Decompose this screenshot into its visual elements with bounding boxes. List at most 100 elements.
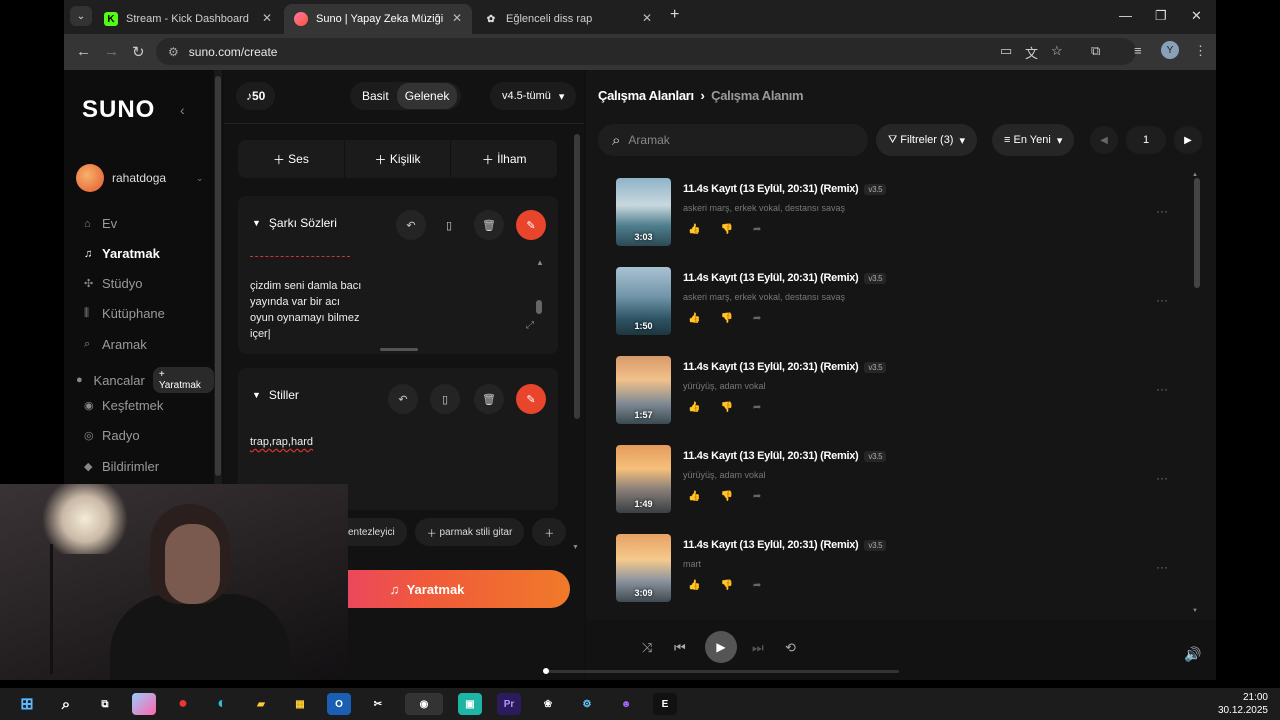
filters-button[interactable]: ⛛ Filtreler (3) ▾	[876, 124, 978, 156]
sidebar-item-notifications[interactable]: ◆ Bildirimler	[84, 459, 159, 474]
start-icon[interactable]: ⊞	[15, 693, 39, 715]
song-title[interactable]: 11.4s Kayıt (13 Eylül, 20:31) (Remix) v3.…	[683, 272, 887, 284]
thumbs-down-icon[interactable]: 👎	[720, 491, 732, 502]
song-tags[interactable]: yürüyüş, adam vokal	[683, 470, 766, 480]
song-title[interactable]: 11.4s Kayıt (13 Eylül, 20:31) (Remix) v3.…	[683, 361, 887, 373]
bookmark-star-icon[interactable]: ☆	[1051, 43, 1063, 59]
song-row[interactable]: 1:57 11.4s Kayıt (13 Eylül, 20:31) (Remix…	[616, 356, 1186, 426]
store-icon[interactable]: ▦	[288, 693, 312, 715]
copy-button[interactable]: ▯	[430, 384, 460, 414]
close-icon[interactable]: ✕	[262, 11, 272, 25]
credits-badge[interactable]: ♪ 50	[236, 82, 276, 110]
opera-icon[interactable]: ●	[171, 693, 195, 715]
search-icon[interactable]: ⌕	[54, 693, 78, 715]
install-app-icon[interactable]: ▭	[1000, 43, 1012, 59]
thumbs-down-icon[interactable]: 👎	[720, 402, 732, 413]
edge-icon[interactable]: ◐	[210, 693, 234, 715]
style-tag[interactable]: ＋ parmak stili gitar	[414, 518, 525, 546]
task-view-icon[interactable]: ⧉	[93, 693, 117, 715]
close-icon[interactable]: ✕	[452, 11, 462, 25]
generate-styles-button[interactable]: ✎	[516, 384, 546, 414]
system-clock[interactable]: 21:00 30.12.2025	[1218, 691, 1268, 717]
mode-custom-button[interactable]: Gelenek	[396, 83, 458, 109]
lyrics-textarea[interactable]: çizdim seni damla bacı yayında var bir a…	[250, 278, 361, 342]
chrome-icon[interactable]: ◉	[405, 693, 443, 715]
shuffle-icon[interactable]: ⤨	[642, 640, 652, 656]
scrollbar-thumb[interactable]	[574, 134, 580, 419]
create-scrollbar[interactable]	[574, 134, 580, 554]
undo-button[interactable]: ↶	[396, 210, 426, 240]
share-icon[interactable]: ➦	[753, 491, 761, 502]
minimize-button[interactable]: —	[1119, 8, 1132, 23]
maximize-button[interactable]: ❐	[1155, 8, 1167, 24]
scrollbar-thumb[interactable]	[215, 76, 221, 476]
repeat-icon[interactable]: ⟲	[785, 640, 796, 656]
song-row[interactable]: 3:03 11.4s Kayıt (13 Eylül, 20:31) (Remix…	[616, 178, 1186, 248]
next-page-button[interactable]: ▶	[1174, 126, 1202, 154]
epic-games-icon[interactable]: E	[653, 693, 677, 715]
volume-icon[interactable]: 🔊	[1184, 646, 1201, 663]
extensions-icon[interactable]: ⧉	[1091, 43, 1100, 59]
site-info-icon[interactable]: ⚙	[168, 45, 179, 59]
sidebar-item-home[interactable]: ⌂ Ev	[84, 216, 117, 231]
workspace-search-input[interactable]: ⌕ Aramak	[598, 124, 868, 156]
menu-kebab-icon[interactable]: ⋮	[1194, 43, 1207, 59]
song-cover[interactable]: 1:49	[616, 445, 671, 513]
more-options-icon[interactable]: ···	[1156, 471, 1168, 485]
sidebar-item-hooks[interactable]: ● Kancalar + Yaratmak	[76, 367, 214, 393]
sidebar-item-create[interactable]: ♫ Yaratmak	[84, 246, 160, 261]
breadcrumb-current[interactable]: Çalışma Alanım	[711, 88, 803, 103]
sidebar-item-search[interactable]: ⌕ Aramak	[84, 337, 147, 352]
tab-search-button[interactable]: ⌄	[70, 6, 92, 26]
capcut-icon[interactable]: ✂	[366, 693, 390, 715]
song-title[interactable]: 11.4s Kayıt (13 Eylül, 20:31) (Remix) v3.…	[683, 539, 887, 551]
add-inspiration-button[interactable]: ＋ İlham	[451, 140, 559, 178]
styles-header[interactable]: ▼ Stiller	[252, 388, 299, 402]
delete-button[interactable]: 🗑	[474, 210, 504, 240]
song-cover[interactable]: 1:57	[616, 356, 671, 424]
song-cover[interactable]: 3:03	[616, 178, 671, 246]
scroll-down-icon[interactable]: ▼	[1192, 608, 1198, 614]
add-persona-button[interactable]: ＋ Kişilik	[345, 140, 452, 178]
progress-handle[interactable]	[543, 668, 549, 674]
app-icon[interactable]: ❀	[536, 693, 560, 715]
styles-textarea[interactable]: trap,rap,hard	[250, 436, 313, 448]
thumbs-up-icon[interactable]: 👍	[688, 580, 700, 591]
share-icon[interactable]: ➦	[753, 224, 761, 235]
song-row[interactable]: 1:50 11.4s Kayıt (13 Eylül, 20:31) (Remix…	[616, 267, 1186, 337]
media-control-icon[interactable]: ≡	[1134, 43, 1142, 58]
thumbs-down-icon[interactable]: 👎	[720, 224, 732, 235]
song-cover[interactable]: 3:09	[616, 534, 671, 602]
song-tags[interactable]: yürüyüş, adam vokal	[683, 381, 766, 391]
song-title[interactable]: 11.4s Kayıt (13 Eylül, 20:31) (Remix) v3.…	[683, 183, 887, 195]
reload-button[interactable]: ↻	[132, 43, 145, 61]
collapse-sidebar-icon[interactable]: ‹	[180, 102, 185, 118]
scroll-up-icon[interactable]: ▲	[536, 258, 544, 267]
sidebar-item-radio[interactable]: ◎ Radyo	[84, 428, 140, 443]
create-hook-badge[interactable]: + Yaratmak	[152, 367, 214, 393]
more-options-icon[interactable]: ···	[1156, 293, 1168, 307]
sidebar-item-library[interactable]: ⫼ Kütüphane	[84, 306, 165, 321]
mode-simple-button[interactable]: Basit	[354, 83, 397, 109]
address-bar[interactable]: ⚙ suno.com/create	[156, 38, 1136, 65]
profile-avatar[interactable]: Y	[1161, 41, 1179, 59]
user-menu[interactable]: rahatdoga ⌄	[76, 164, 204, 192]
new-tab-button[interactable]: +	[670, 6, 679, 24]
more-options-icon[interactable]: ···	[1156, 382, 1168, 396]
play-button[interactable]: ▶	[705, 631, 737, 663]
breadcrumb-root[interactable]: Çalışma Alanları	[598, 88, 694, 103]
undo-button[interactable]: ↶	[388, 384, 418, 414]
previous-track-icon[interactable]: ⏮	[674, 640, 686, 656]
back-button[interactable]: ←	[76, 43, 91, 60]
suno-logo[interactable]: SUNO	[82, 96, 155, 124]
song-row[interactable]: 1:49 11.4s Kayıt (13 Eylül, 20:31) (Remix…	[616, 445, 1186, 515]
copilot-icon[interactable]	[132, 693, 156, 715]
tab-suno[interactable]: Suno | Yapay Zeka Müziği ✕	[284, 4, 472, 34]
share-icon[interactable]: ➦	[753, 313, 761, 324]
close-icon[interactable]: ✕	[642, 11, 652, 25]
forward-button[interactable]: →	[104, 43, 119, 60]
thumbs-down-icon[interactable]: 👎	[720, 313, 732, 324]
app-icon[interactable]: ▣	[458, 693, 482, 715]
thumbs-down-icon[interactable]: 👎	[720, 580, 732, 591]
thumbs-up-icon[interactable]: 👍	[688, 402, 700, 413]
